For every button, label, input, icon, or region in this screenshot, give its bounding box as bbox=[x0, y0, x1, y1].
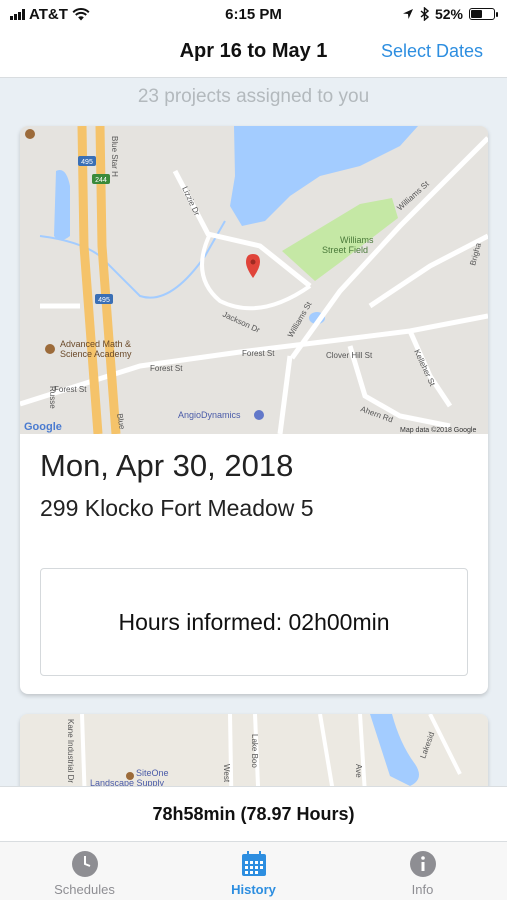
forest-st-label-2: Forest St bbox=[242, 349, 275, 358]
battery-percent: 52% bbox=[434, 6, 463, 22]
tab-label: Schedules bbox=[54, 882, 115, 897]
battery-level bbox=[471, 10, 483, 18]
poi-icon-top bbox=[25, 129, 35, 139]
calendar-icon bbox=[240, 850, 268, 878]
total-hours-bar: 78h58min (78.97 Hours) bbox=[0, 786, 507, 841]
select-dates-button[interactable]: Select Dates bbox=[381, 41, 483, 62]
tab-bar: Schedules History Info bbox=[0, 841, 507, 900]
ave-label: Ave bbox=[354, 764, 363, 778]
project-card[interactable]: 495 244 495 Williams Street Field Willia… bbox=[20, 126, 488, 694]
forest-st-label-3: Forest St bbox=[54, 385, 87, 394]
angio-poi-icon bbox=[254, 410, 264, 420]
kane-label: Kane Industrial Dr bbox=[66, 719, 75, 783]
tab-info[interactable]: Info bbox=[338, 842, 507, 900]
bluetooth-icon bbox=[420, 7, 429, 21]
route-244: 244 bbox=[95, 177, 107, 184]
west-label: West bbox=[222, 764, 231, 783]
battery-icon bbox=[469, 8, 498, 20]
info-icon bbox=[409, 850, 437, 878]
hours-informed-label: Hours informed: 02h00min bbox=[118, 608, 390, 635]
tab-label: Info bbox=[411, 882, 434, 897]
hours-informed-box: Hours informed: 02h00min bbox=[40, 568, 468, 676]
academy-poi-icon bbox=[45, 344, 55, 354]
map-data-label: Map data ©2018 Google bbox=[400, 426, 476, 434]
angio-label: AngioDynamics bbox=[178, 410, 241, 420]
park-label-2: Street Field bbox=[322, 245, 368, 255]
tab-schedules[interactable]: Schedules bbox=[0, 842, 169, 900]
route-495-b: 495 bbox=[98, 297, 110, 304]
nav-bar: Apr 16 to May 1 Select Dates bbox=[0, 28, 507, 78]
lake-boon-label: Lake Boo bbox=[250, 734, 259, 768]
project-date: Mon, Apr 30, 2018 bbox=[40, 448, 294, 483]
total-hours-label: 78h58min (78.97 Hours) bbox=[152, 803, 355, 824]
blue-star-label: Blue Star H bbox=[110, 136, 119, 177]
project-address: 299 Klocko Fort Meadow 5 bbox=[40, 495, 314, 521]
academy-label-1: Advanced Math & bbox=[60, 339, 131, 349]
tab-label: History bbox=[231, 882, 276, 897]
status-bar: AT&T 6:15 PM 52% bbox=[0, 0, 507, 28]
pond-water bbox=[54, 170, 70, 240]
clover-hill-label: Clover Hill St bbox=[326, 351, 373, 360]
assigned-count-label: 23 projects assigned to you bbox=[137, 86, 370, 107]
park-label-1: Williams bbox=[340, 235, 374, 245]
tab-history[interactable]: History bbox=[169, 842, 338, 900]
clock-icon bbox=[71, 850, 99, 878]
route-495-a: 495 bbox=[81, 159, 93, 166]
russell-label: Russe bbox=[48, 386, 57, 409]
siteone-label-1: SiteOne bbox=[136, 768, 169, 778]
location-arrow-icon bbox=[402, 9, 413, 19]
google-logo: Google bbox=[24, 421, 62, 433]
map-view[interactable]: 495 244 495 Williams Street Field Willia… bbox=[20, 126, 488, 434]
status-right: 52% bbox=[402, 6, 498, 22]
forest-st-label-1: Forest St bbox=[150, 364, 183, 373]
academy-label-2: Science Academy bbox=[60, 349, 132, 359]
